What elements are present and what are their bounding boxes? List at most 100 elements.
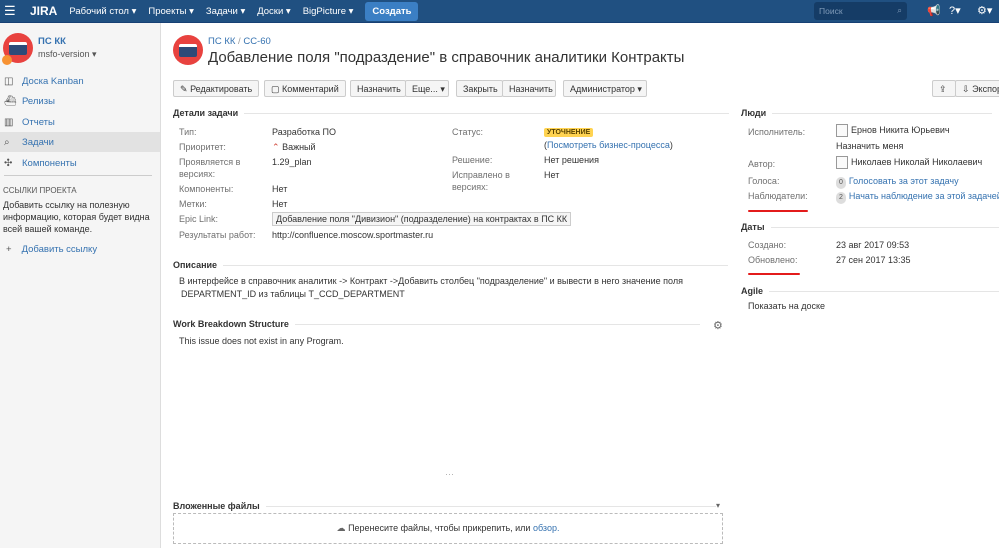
- dropzone-text: Перенесите файлы, чтобы прикрепить, или: [348, 523, 533, 533]
- results-link[interactable]: http://confluence.moscow.sportmaster.ru: [272, 229, 433, 241]
- assign-me-link[interactable]: Назначить меня: [836, 140, 903, 152]
- project-name[interactable]: ПС КК: [38, 36, 66, 47]
- share-icon: ⇪: [939, 84, 947, 94]
- labels-value: Нет: [272, 199, 288, 209]
- plus-icon: +: [6, 244, 12, 255]
- description-line-1: В интерфейсе в справочник аналитик -> Ко…: [179, 276, 683, 286]
- breadcrumb: ПС КК / CC-60: [208, 36, 271, 47]
- dates-heading: Даты: [741, 222, 996, 232]
- upload-cloud-icon: ☁: [336, 523, 346, 533]
- nav-projects[interactable]: Проекты ▾: [148, 6, 194, 17]
- assign-workflow-button[interactable]: Назначить: [502, 80, 556, 97]
- download-icon: ⇩: [962, 84, 970, 94]
- view-on-board-link[interactable]: Показать на доске: [748, 300, 825, 312]
- admin-button[interactable]: Администратор ▾: [563, 80, 647, 97]
- page-title: Добавление поля "подраздение" в справочн…: [208, 49, 685, 66]
- megaphone-icon[interactable]: 📢: [927, 4, 941, 17]
- export-button[interactable]: ⇩ Экспор: [955, 80, 999, 97]
- browse-link[interactable]: обзор.: [533, 523, 560, 533]
- vote-link[interactable]: Голосовать за этот задачу: [849, 176, 959, 186]
- assignee-value[interactable]: Ернов Никита Юрьевич: [836, 124, 950, 138]
- add-link-button[interactable]: + Добавить ссылку: [6, 244, 97, 255]
- chevron-down-icon[interactable]: ▾: [716, 501, 720, 510]
- project-links-heading: ССЫЛКИ ПРОЕКТА: [3, 186, 77, 195]
- help-icon[interactable]: ?▾: [949, 4, 961, 17]
- annotation-underline: [748, 273, 800, 275]
- votes-value: 0 Голосовать за этот задачу: [836, 175, 959, 189]
- sidebar-item-label: Задачи: [22, 136, 54, 148]
- gear-icon[interactable]: ⚙: [713, 319, 723, 332]
- comment-label: Комментарий: [282, 84, 339, 94]
- epic-label: Epic Link:: [179, 214, 219, 224]
- divider: [4, 175, 152, 176]
- share-button[interactable]: ⇪: [932, 80, 956, 97]
- edit-label: Редактировать: [190, 84, 253, 94]
- search-icon: ⌕: [897, 5, 902, 15]
- issue-view: ПС КК / CC-60 Добавление поля "подразден…: [161, 23, 999, 548]
- labels-label: Метки:: [179, 199, 207, 209]
- sidebar-item-label: Релизы: [22, 95, 55, 107]
- close-issue-button[interactable]: Закрыть: [456, 80, 503, 97]
- issue-key[interactable]: CC-60: [243, 36, 270, 47]
- priority-label: Приоритет:: [179, 142, 226, 152]
- type-label: Тип:: [179, 127, 197, 137]
- affects-value[interactable]: 1.29_plan: [272, 156, 312, 168]
- people-heading: Люди: [741, 108, 994, 118]
- assign-button[interactable]: Назначить: [350, 80, 406, 97]
- updated-value: 27 сен 2017 13:35: [836, 255, 911, 265]
- description-heading: Описание: [173, 260, 730, 270]
- top-nav: ☰ JIRA Рабочий стол ▾ Проекты ▾ Задачи ▾…: [0, 0, 999, 23]
- sidebar-item-kanban[interactable]: ◫ Доска Kanban: [0, 71, 160, 91]
- sidebar-item-releases[interactable]: ⛴ Релизы: [0, 91, 160, 111]
- ship-icon: ⛴: [4, 95, 17, 107]
- created-label: Создано:: [748, 240, 787, 250]
- nav-dashboard[interactable]: Рабочий стол ▾: [69, 6, 136, 17]
- attachments-heading: Вложенные файлы: [173, 501, 714, 511]
- components-value: Нет: [272, 184, 288, 194]
- results-label: Результаты работ:: [179, 230, 256, 240]
- nav-issues[interactable]: Задачи ▾: [206, 6, 245, 17]
- wbs-heading: Work Breakdown Structure: [173, 319, 700, 329]
- epic-link[interactable]: Добавление поля "Дивизион" (подразделени…: [272, 212, 572, 226]
- pencil-icon: ✎: [180, 84, 188, 94]
- nav-boards[interactable]: Доски ▾: [257, 6, 290, 17]
- sidebar-item-components[interactable]: ✣ Компоненты: [0, 153, 160, 173]
- priority-major-icon: ⌃: [272, 142, 280, 152]
- updated-label: Обновлено:: [748, 255, 798, 265]
- details-heading: Детали задачи: [173, 108, 731, 118]
- settings-icon[interactable]: ⚙▾: [977, 4, 992, 17]
- breadcrumb-separator: /: [238, 36, 241, 47]
- nav-bigpicture[interactable]: BigPicture ▾: [303, 6, 354, 17]
- view-workflow-link[interactable]: Посмотреть бизнес-процесса: [547, 140, 670, 150]
- reporter-value[interactable]: Николаев Николай Николаевич: [836, 156, 982, 170]
- sidebar-item-label: Компоненты: [22, 157, 77, 169]
- comment-icon: ▢: [271, 84, 280, 94]
- comment-button[interactable]: ▢ Комментарий: [264, 80, 346, 97]
- more-button[interactable]: Еще... ▾: [405, 80, 449, 97]
- breadcrumb-project[interactable]: ПС КК: [208, 36, 235, 47]
- fix-versions-value: Нет: [544, 170, 560, 180]
- priority-value: ⌃ Важный: [272, 141, 316, 153]
- search-placeholder: Поиск: [819, 6, 843, 16]
- attachment-dropzone[interactable]: ☁ Перенесите файлы, чтобы прикрепить, ил…: [173, 513, 723, 544]
- sidebar-item-issues[interactable]: ⌕ Задачи: [0, 132, 160, 152]
- assignee-label: Исполнитель:: [748, 127, 806, 137]
- create-button[interactable]: Создать: [365, 1, 419, 21]
- components-label: Компоненты:: [179, 184, 234, 194]
- sidebar-item-reports[interactable]: ▥ Отчеты: [0, 112, 160, 132]
- status-badge: УТОЧНЕНИЕ: [544, 128, 594, 137]
- resolution-label: Решение:: [452, 155, 493, 165]
- priority-text: Важный: [282, 142, 316, 152]
- description-line-2: DEPARTMENT_ID из таблицы T_CCD_DEPARTMEN…: [181, 289, 405, 299]
- annotation-underline: [748, 210, 808, 212]
- version-selector[interactable]: msfo-version ▾: [38, 49, 97, 60]
- watch-link[interactable]: Начать наблюдение за этой задачей: [849, 191, 999, 201]
- edit-button[interactable]: ✎ Редактировать: [173, 80, 260, 97]
- resize-handle[interactable]: ···: [445, 469, 454, 479]
- jira-logo[interactable]: JIRA: [30, 4, 57, 18]
- watchers-value: 2 Начать наблюдение за этой задачей: [836, 190, 999, 204]
- app-switcher-icon[interactable]: ☰: [4, 3, 22, 19]
- search-input[interactable]: Поиск ⌕: [814, 2, 907, 20]
- issue-project-avatar[interactable]: [173, 35, 203, 65]
- created-value: 23 авг 2017 09:53: [836, 240, 910, 250]
